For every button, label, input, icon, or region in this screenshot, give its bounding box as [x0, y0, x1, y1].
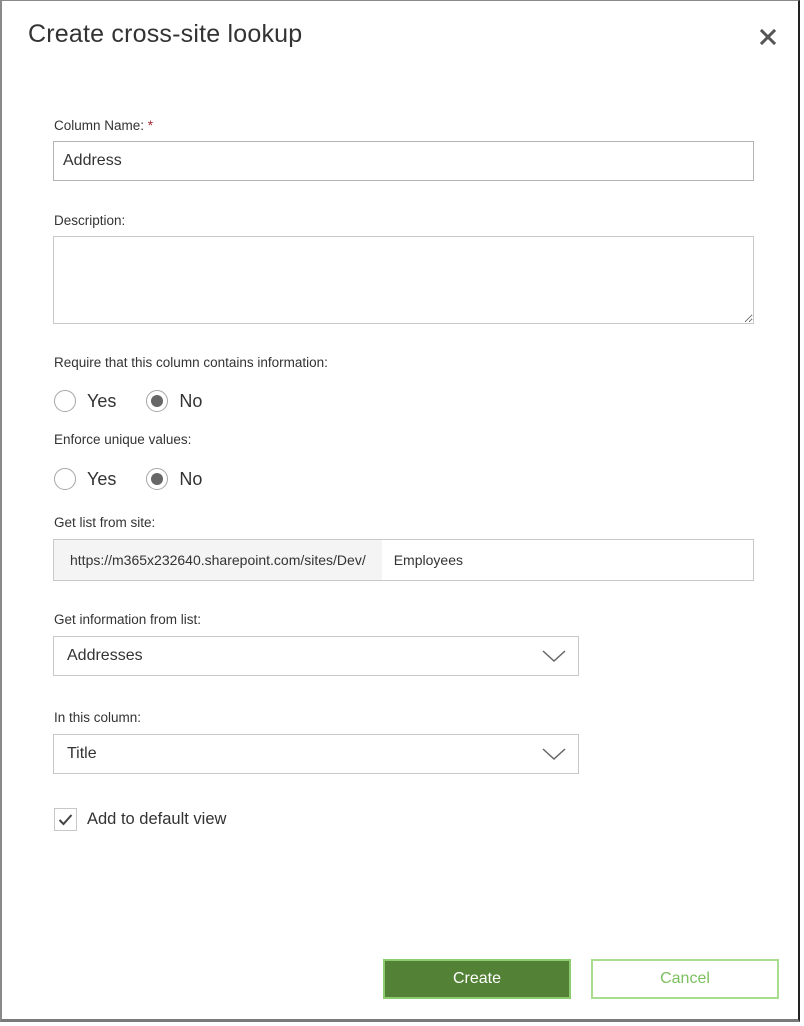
enforce-unique-label: Enforce unique values: [54, 432, 192, 447]
require-info-radio-group: Yes No [54, 388, 232, 414]
list-dropdown-value: Addresses [67, 647, 143, 664]
site-field: https://m365x232640.sharepoint.com/sites… [53, 539, 754, 581]
default-view-checkbox-row[interactable]: Add to default view [54, 808, 226, 831]
create-cross-site-lookup-dialog: Create cross-site lookup Column Name: * … [0, 0, 800, 1022]
radio-label: Yes [87, 390, 117, 411]
column-dropdown-value: Title [67, 745, 97, 762]
description-label: Description: [54, 213, 126, 228]
list-label: Get information from list: [54, 612, 202, 627]
default-view-checkbox[interactable] [54, 808, 77, 831]
enforce-unique-radio-group: Yes No [54, 466, 232, 492]
radio-circle[interactable] [54, 468, 76, 490]
list-dropdown[interactable]: Addresses [53, 636, 579, 676]
require-info-no-radio[interactable]: No [146, 390, 202, 412]
cancel-button[interactable]: Cancel [591, 959, 779, 999]
chevron-down-icon [542, 748, 566, 761]
radio-circle[interactable] [54, 390, 76, 412]
column-dropdown[interactable]: Title [53, 734, 579, 774]
require-info-label: Require that this column contains inform… [54, 355, 328, 370]
description-textarea[interactable] [53, 236, 754, 324]
required-marker: * [147, 118, 154, 133]
column-label: In this column: [54, 710, 142, 725]
radio-label: No [179, 390, 203, 411]
enforce-unique-no-radio[interactable]: No [146, 468, 202, 490]
checkmark-icon [58, 814, 73, 826]
create-button[interactable]: Create [383, 959, 571, 999]
close-button[interactable] [754, 23, 782, 51]
radio-label: Yes [87, 468, 117, 489]
close-icon [760, 29, 776, 45]
chevron-down-icon [542, 650, 566, 663]
default-view-label: Add to default view [87, 810, 227, 828]
site-label: Get list from site: [54, 515, 156, 530]
enforce-unique-yes-radio[interactable]: Yes [54, 468, 116, 490]
column-name-input[interactable] [53, 141, 754, 181]
site-url-prefix: https://m365x232640.sharepoint.com/sites… [54, 540, 382, 580]
radio-circle-selected[interactable] [146, 468, 169, 490]
radio-dot [151, 395, 164, 407]
require-info-yes-radio[interactable]: Yes [54, 390, 116, 412]
column-name-label-text: Column Name: [54, 118, 145, 133]
radio-circle-selected[interactable] [146, 390, 169, 412]
site-input[interactable] [381, 540, 753, 580]
radio-dot [151, 473, 164, 485]
column-name-label: Column Name: * [54, 118, 153, 133]
dialog-title: Create cross-site lookup [28, 20, 303, 48]
radio-label: No [179, 468, 203, 489]
